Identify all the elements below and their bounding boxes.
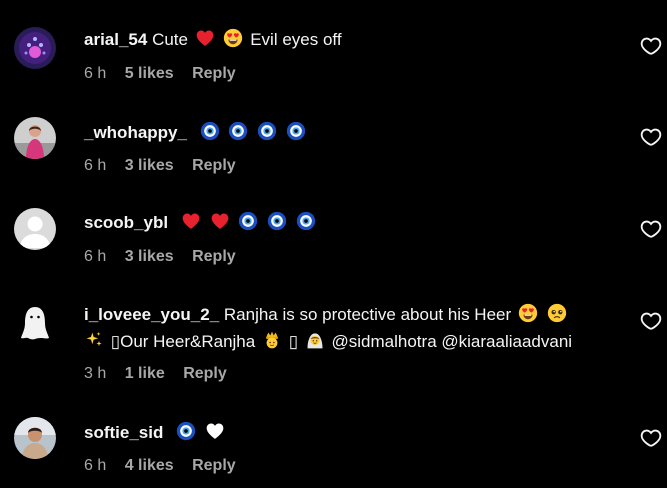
like-heart-icon[interactable] xyxy=(640,35,662,57)
comment-username[interactable]: scoob_ybl xyxy=(84,213,168,232)
avatar[interactable] xyxy=(14,27,56,69)
reply-button[interactable]: Reply xyxy=(192,65,236,82)
heart-eyes-emoji-icon xyxy=(518,303,538,323)
nazar-amulet-emoji-icon xyxy=(238,211,258,231)
comment-likes-count[interactable]: 3 likes xyxy=(125,157,174,174)
avatar[interactable] xyxy=(14,208,56,250)
comment-meta: 3 h 1 like Reply xyxy=(84,364,241,384)
reply-button[interactable]: Reply xyxy=(183,365,227,382)
comment-meta: 6 h 4 likes Reply xyxy=(84,456,250,476)
comment-meta: 6 h 5 likes Reply xyxy=(84,64,250,84)
avatar[interactable] xyxy=(14,117,56,159)
comment-item: i_loveee_you_2_ Ranjha is so protective … xyxy=(0,283,667,401)
prince-emoji-icon xyxy=(262,330,282,350)
like-heart-icon[interactable] xyxy=(640,427,662,449)
comment-timestamp: 6 h xyxy=(84,457,107,474)
pleading-face-emoji-icon xyxy=(547,303,567,323)
avatar[interactable] xyxy=(14,302,56,344)
comment-timestamp: 6 h xyxy=(84,65,107,82)
comment-body: softie_sid xyxy=(84,421,227,444)
nazar-amulet-emoji-icon xyxy=(200,121,220,141)
sparkles-emoji-icon xyxy=(84,330,104,350)
comment-username[interactable]: softie_sid xyxy=(84,423,163,442)
comment-text: ▯Our Heer&Ranjha xyxy=(110,332,256,351)
comment-body-line-2: ▯Our Heer&Ranjha ▯ @sidmalhotra @kiaraal… xyxy=(84,330,572,353)
nazar-amulet-emoji-icon xyxy=(286,121,306,141)
comment-item: scoob_ybl 6 h 3 likes Reply xyxy=(0,187,667,283)
comment-likes-count[interactable]: 3 likes xyxy=(125,248,174,265)
comment-body: i_loveee_you_2_ Ranjha is so protective … xyxy=(84,303,569,326)
comment-meta: 6 h 3 likes Reply xyxy=(84,247,250,267)
red-heart-emoji-icon xyxy=(210,211,230,231)
comment-text-continued: Evil eyes off xyxy=(250,30,342,49)
comment-meta: 6 h 3 likes Reply xyxy=(84,156,250,176)
nazar-amulet-emoji-icon xyxy=(176,421,196,441)
mention-link[interactable]: @kiaraaliaadvani xyxy=(441,332,572,351)
comment-body: scoob_ybl xyxy=(84,211,318,234)
comment-timestamp: 6 h xyxy=(84,248,107,265)
nazar-amulet-emoji-icon xyxy=(296,211,316,231)
like-heart-icon[interactable] xyxy=(640,126,662,148)
reply-button[interactable]: Reply xyxy=(192,457,236,474)
like-heart-icon[interactable] xyxy=(640,218,662,240)
white-heart-emoji-icon xyxy=(205,421,225,441)
red-heart-emoji-icon xyxy=(181,211,201,231)
comment-username[interactable]: arial_54 xyxy=(84,30,147,49)
comment-timestamp: 3 h xyxy=(84,365,107,382)
heart-eyes-emoji-icon xyxy=(223,28,243,48)
person-with-veil-emoji-icon xyxy=(305,330,325,350)
comment-timestamp: 6 h xyxy=(84,157,107,174)
nazar-amulet-emoji-icon xyxy=(267,211,287,231)
avatar[interactable] xyxy=(14,417,56,459)
nazar-amulet-emoji-icon xyxy=(228,121,248,141)
comment-text: Cute xyxy=(152,30,188,49)
comment-item: softie_sid 6 h 4 likes Reply xyxy=(0,401,667,488)
comment-body: _whohappy_ xyxy=(84,121,308,144)
comment-username[interactable]: i_loveee_you_2_ xyxy=(84,305,219,324)
like-heart-icon[interactable] xyxy=(640,310,662,332)
comment-username[interactable]: _whohappy_ xyxy=(84,123,187,142)
mention-link[interactable]: @sidmalhotra xyxy=(332,332,437,351)
comment-body: arial_54 Cute Evil eyes off xyxy=(84,28,342,51)
missing-glyph-box: ▯ xyxy=(288,332,299,351)
nazar-amulet-emoji-icon xyxy=(257,121,277,141)
reply-button[interactable]: Reply xyxy=(192,248,236,265)
comment-likes-count[interactable]: 4 likes xyxy=(125,457,174,474)
reply-button[interactable]: Reply xyxy=(192,157,236,174)
red-heart-emoji-icon xyxy=(195,28,215,48)
comment-likes-count[interactable]: 5 likes xyxy=(125,65,174,82)
comment-text: Ranjha is so protective about his Heer xyxy=(223,305,512,324)
comment-likes-count[interactable]: 1 like xyxy=(125,365,165,382)
comment-item: _whohappy_ 6 h 3 likes Reply xyxy=(0,95,667,187)
comment-item: arial_54 Cute Evil eyes off 6 h 5 likes … xyxy=(0,0,667,95)
